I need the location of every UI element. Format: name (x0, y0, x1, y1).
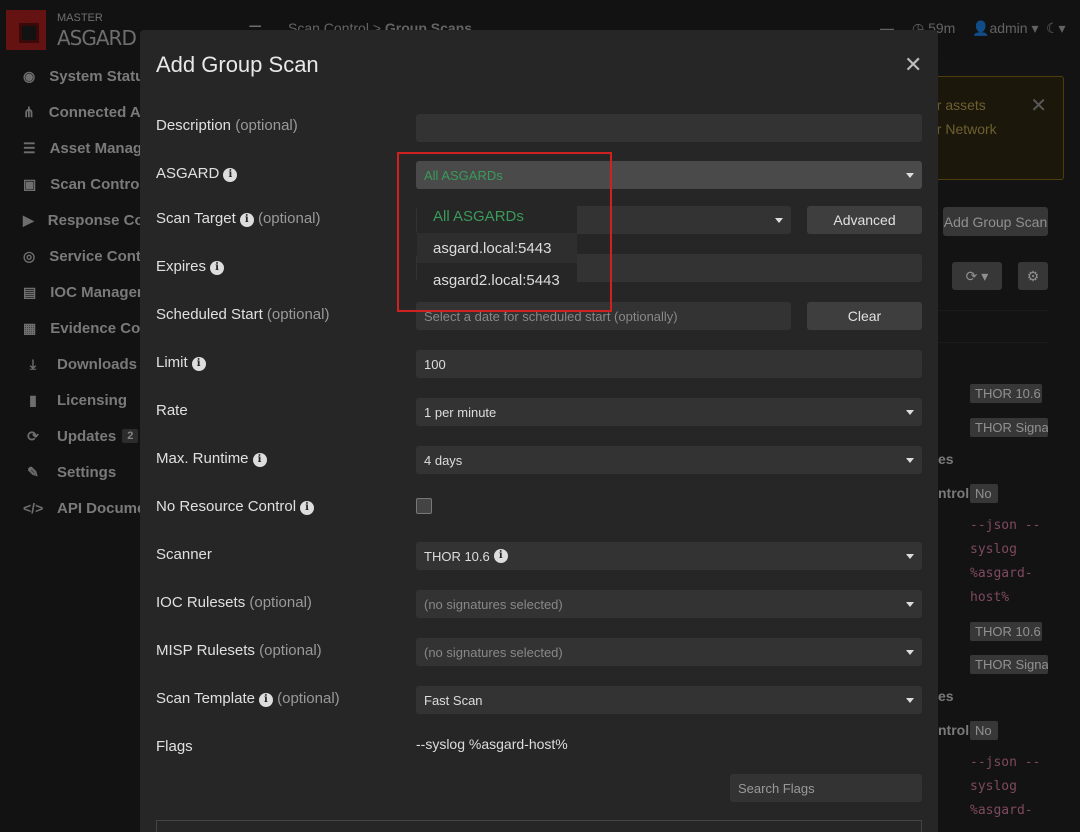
scanner-label: Scanner (156, 546, 212, 563)
info-icon[interactable]: i (252, 453, 267, 467)
label-text: MISP Rulesets (156, 642, 255, 659)
no-resource-control-label: No Resource Control i (156, 498, 315, 515)
scheduled-start-label: Scheduled Start (optional) (156, 306, 329, 323)
close-icon[interactable]: ✕ (904, 52, 922, 78)
info-icon[interactable]: i (210, 261, 225, 275)
ioc-rulesets-placeholder: (no signatures selected) (424, 596, 563, 612)
info-icon[interactable]: i (191, 357, 206, 371)
info-icon[interactable]: i (239, 213, 254, 227)
scanner-value: THOR 10.6 (424, 548, 490, 564)
flags-label: Flags (156, 738, 193, 755)
flags-table-frame (156, 820, 922, 832)
info-icon[interactable]: i (258, 693, 273, 707)
rate-label: Rate (156, 402, 188, 419)
ioc-rulesets-label: IOC Rulesets (optional) (156, 594, 312, 611)
misp-rulesets-select[interactable]: (no signatures selected) (416, 638, 922, 666)
label-text: Expires (156, 258, 207, 275)
label-text: ASGARD (156, 165, 220, 182)
scan-target-label: Scan Target i (optional) (156, 210, 321, 227)
label-text: Scan Target (156, 210, 236, 227)
modal-title: Add Group Scan (156, 52, 319, 77)
optional-text: (optional) (249, 594, 312, 611)
highlight-annotation-box (397, 152, 612, 312)
optional-text: (optional) (235, 117, 298, 134)
no-resource-control-checkbox[interactable] (416, 498, 432, 514)
max-runtime-label: Max. Runtime i (156, 450, 267, 467)
optional-text: (optional) (257, 210, 321, 227)
label-text: IOC Rulesets (156, 594, 246, 611)
label-text: Description (156, 117, 232, 134)
misp-rulesets-placeholder: (no signatures selected) (424, 644, 563, 660)
add-group-scan-modal: Add Group Scan ✕ Description (optional) … (140, 30, 938, 832)
optional-text: (optional) (266, 306, 330, 323)
label-text: Scan Template (156, 690, 255, 707)
limit-label: Limit i (156, 354, 206, 371)
max-runtime-select[interactable]: 4 days (416, 446, 922, 474)
optional-text: (optional) (277, 690, 340, 707)
optional-text: (optional) (259, 642, 322, 659)
search-flags-input[interactable]: Search Flags (730, 774, 922, 802)
description-label: Description (optional) (156, 117, 298, 134)
info-icon[interactable]: i (493, 549, 508, 563)
label-text: No Resource Control (156, 498, 297, 515)
info-icon[interactable]: i (300, 501, 315, 515)
rate-select[interactable]: 1 per minute (416, 398, 922, 426)
ioc-rulesets-select[interactable]: (no signatures selected) (416, 590, 922, 618)
scanner-select[interactable]: THOR 10.6 i (416, 542, 922, 570)
misp-rulesets-label: MISP Rulesets (optional) (156, 642, 322, 659)
description-input[interactable] (416, 114, 922, 142)
scan-template-select[interactable]: Fast Scan (416, 686, 922, 714)
label-text: Limit (156, 354, 188, 371)
asgard-label: ASGARD i (156, 165, 238, 182)
limit-input[interactable]: 100 (416, 350, 922, 378)
info-icon[interactable]: i (223, 168, 238, 182)
advanced-button[interactable]: Advanced (807, 206, 922, 234)
label-text: Scheduled Start (156, 306, 263, 323)
flags-value: --syslog %asgard-host% (416, 736, 568, 752)
expires-label: Expires i (156, 258, 225, 275)
clear-button[interactable]: Clear (807, 302, 922, 330)
label-text: Max. Runtime (156, 450, 249, 467)
scan-template-label: Scan Template i (optional) (156, 690, 340, 707)
